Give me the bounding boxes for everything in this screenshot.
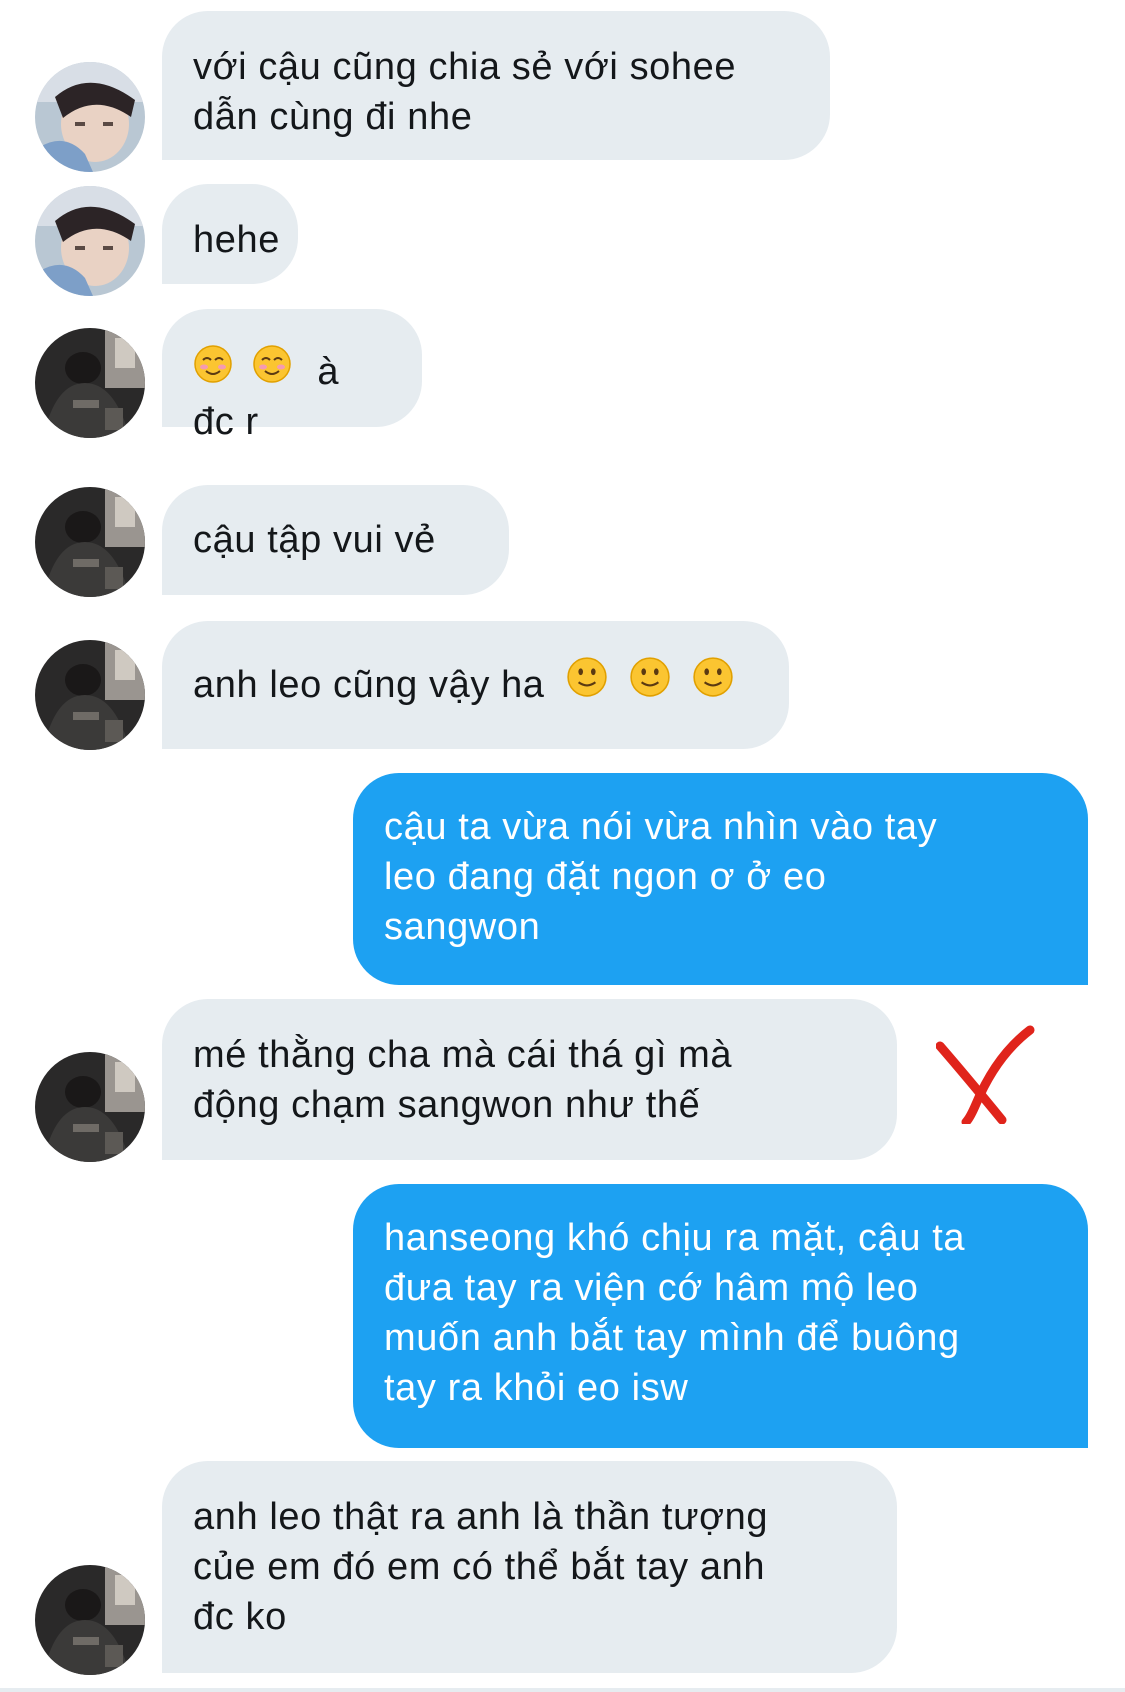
- outgoing-message[interactable]: cậu ta vừa nói vừa nhìn vào tay leo đang…: [353, 773, 1088, 985]
- incoming-message[interactable]: anh leo thật ra anh là thần tượng củe em…: [162, 1461, 897, 1673]
- avatar-dark-photo: [35, 328, 145, 438]
- avatar-dark-photo: [35, 640, 145, 750]
- message-line: cậu tập vui vẻ: [193, 519, 436, 561]
- outgoing-message[interactable]: hanseong khó chịu ra mặt, cậu ta đưa tay…: [353, 1184, 1088, 1448]
- message-line: hehe: [193, 219, 280, 261]
- avatar[interactable]: [35, 487, 145, 597]
- message-line: củe em đó em có thể bắt tay anh: [193, 1546, 766, 1588]
- message-line: cậu ta vừa nói vừa nhìn vào tay: [384, 806, 938, 848]
- avatar[interactable]: [35, 1565, 145, 1675]
- avatar-dark-photo: [35, 487, 145, 597]
- avatar-light-photo: [35, 186, 145, 296]
- incoming-message[interactable]: mé thằng cha mà cái thá gì mà động chạm …: [162, 999, 897, 1160]
- message-line: hanseong khó chịu ra mặt, cậu ta: [384, 1217, 966, 1259]
- avatar[interactable]: [35, 328, 145, 438]
- slight-smile-icon: [692, 656, 734, 711]
- incoming-message[interactable]: với cậu cũng chia sẻ với sohee dẫn cùng …: [162, 11, 830, 160]
- message-line: leo đang đặt ngon ơ ở eo: [384, 856, 827, 898]
- message-line: động chạm sangwon như thế: [193, 1084, 701, 1126]
- message-line: đưa tay ra viện cớ hâm mộ leo: [384, 1267, 919, 1309]
- message-line: anh leo cũng vậy ha: [193, 664, 545, 706]
- slight-smile-icon: [566, 656, 608, 711]
- incoming-message[interactable]: cậu tập vui vẻ: [162, 485, 509, 595]
- message-line: anh leo thật ra anh là thần tượng: [193, 1496, 769, 1538]
- incoming-message[interactable]: anh leo cũng vậy ha: [162, 621, 789, 749]
- cross-mark-icon: [935, 1024, 1036, 1129]
- message-line: tay ra khỏi eo isw: [384, 1367, 689, 1409]
- avatar[interactable]: [35, 1052, 145, 1162]
- incoming-message[interactable]: hehe: [162, 184, 298, 284]
- message-line: muốn anh bắt tay mình để buông: [384, 1317, 960, 1359]
- avatar-dark-photo: [35, 1052, 145, 1162]
- incoming-message[interactable]: à đc r: [162, 309, 422, 443]
- divider: [0, 1688, 1125, 1692]
- avatar-light-photo: [35, 62, 145, 172]
- message-line: dẫn cùng đi nhe: [193, 96, 473, 138]
- avatar[interactable]: [35, 62, 145, 172]
- avatar[interactable]: [35, 186, 145, 296]
- smiling-face-icon: [252, 344, 292, 397]
- message-line: với cậu cũng chia sẻ với sohee: [193, 46, 737, 88]
- avatar[interactable]: [35, 640, 145, 750]
- avatar-dark-photo: [35, 1565, 145, 1675]
- smiling-face-icon: [193, 344, 233, 397]
- message-line: sangwon: [384, 906, 541, 948]
- message-line: mé thằng cha mà cái thá gì mà: [193, 1034, 733, 1076]
- message-line: đc ko: [193, 1596, 287, 1638]
- slight-smile-icon: [629, 656, 671, 711]
